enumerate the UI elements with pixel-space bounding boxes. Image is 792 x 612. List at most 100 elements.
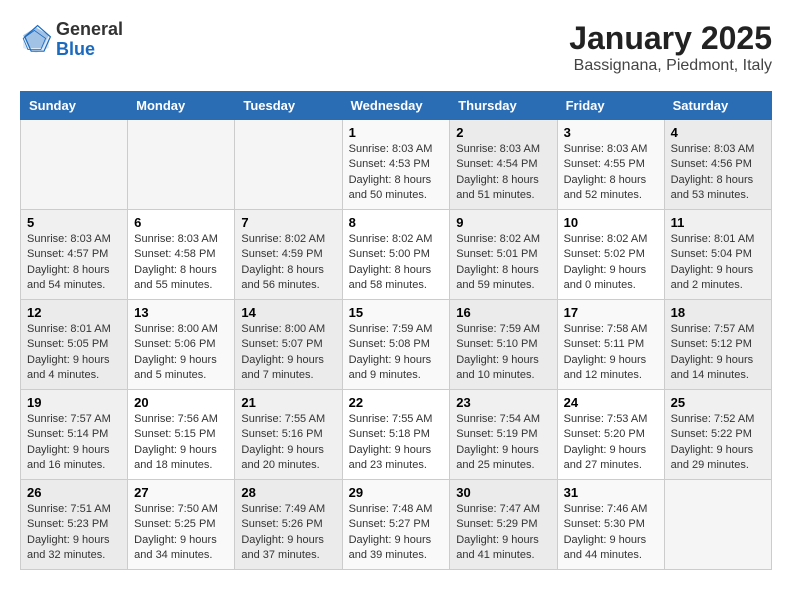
day-number: 23 — [456, 395, 550, 410]
day-number: 21 — [241, 395, 335, 410]
calendar-cell: 13Sunrise: 8:00 AM Sunset: 5:06 PM Dayli… — [128, 300, 235, 390]
day-number: 14 — [241, 305, 335, 320]
calendar-cell: 4 Sunrise: 8:03 AM Sunset: 4:56 PM Daylig… — [664, 120, 771, 210]
day-info: Sunrise: 7:59 AM Sunset: 5:10 PM Dayligh… — [456, 322, 550, 384]
calendar-cell: 24 Sunrise: 7:53 AM Sunset: 5:20 PM Dayli… — [557, 390, 664, 480]
day-info: Sunrise: 7:49 AM Sunset: 5:26 PM Dayligh… — [241, 502, 335, 564]
month-year: January 2025 — [569, 20, 772, 57]
day-number: 28 — [241, 485, 335, 500]
logo-blue: Blue — [56, 39, 95, 59]
week-row: 12 Sunrise: 8:01 AM Sunset: 5:05 PM Dayli… — [21, 300, 772, 390]
calendar-cell: 8 Sunrise: 8:02 AM Sunset: 5:00 PM Daylig… — [342, 210, 450, 300]
calendar-cell: 7 Sunrise: 8:02 AM Sunset: 4:59 PM Daylig… — [235, 210, 342, 300]
calendar-cell: 30 Sunrise: 7:47 AM Sunset: 5:29 PM Dayli… — [450, 480, 557, 570]
calendar-cell — [664, 480, 771, 570]
calendar-cell: 29 Sunrise: 7:48 AM Sunset: 5:27 PM Dayli… — [342, 480, 450, 570]
day-number: 17 — [564, 305, 658, 320]
week-row: 26 Sunrise: 7:51 AM Sunset: 5:23 PM Dayli… — [21, 480, 772, 570]
day-number: 10 — [564, 215, 658, 230]
day-number: 26 — [27, 485, 121, 500]
day-number: 18 — [671, 305, 765, 320]
calendar-cell: 12 Sunrise: 8:01 AM Sunset: 5:05 PM Dayli… — [21, 300, 128, 390]
day-header-wednesday: Wednesday — [342, 92, 450, 120]
calendar-cell: 27 Sunrise: 7:50 AM Sunset: 5:25 PM Dayli… — [128, 480, 235, 570]
day-number: 2 — [456, 125, 550, 140]
day-number: 31 — [564, 485, 658, 500]
title-block: January 2025 Bassignana, Piedmont, Italy — [569, 20, 772, 75]
day-info: Sunrise: 8:03 AM Sunset: 4:55 PM Dayligh… — [564, 142, 658, 204]
day-info: Sunrise: 8:02 AM Sunset: 4:59 PM Dayligh… — [241, 232, 335, 294]
day-info: Sunrise: 8:00 AM Sunset: 5:07 PM Dayligh… — [241, 322, 335, 384]
logo-text: General Blue — [56, 20, 123, 60]
day-number: 19 — [27, 395, 121, 410]
day-number: 4 — [671, 125, 765, 140]
calendar-cell: 14 Sunrise: 8:00 AM Sunset: 5:07 PM Dayli… — [235, 300, 342, 390]
week-row: 19 Sunrise: 7:57 AM Sunset: 5:14 PM Dayli… — [21, 390, 772, 480]
day-header-friday: Friday — [557, 92, 664, 120]
day-info: Sunrise: 8:02 AM Sunset: 5:00 PM Dayligh… — [349, 232, 444, 294]
week-row: 1Sunrise: 8:03 AM Sunset: 4:53 PM Daylig… — [21, 120, 772, 210]
day-number: 1 — [349, 125, 444, 140]
day-info: Sunrise: 8:03 AM Sunset: 4:57 PM Dayligh… — [27, 232, 121, 294]
day-number: 7 — [241, 215, 335, 230]
day-number: 16 — [456, 305, 550, 320]
calendar-cell — [235, 120, 342, 210]
day-header-tuesday: Tuesday — [235, 92, 342, 120]
day-info: Sunrise: 7:55 AM Sunset: 5:18 PM Dayligh… — [349, 412, 444, 474]
day-info: Sunrise: 7:51 AM Sunset: 5:23 PM Dayligh… — [27, 502, 121, 564]
day-number: 20 — [134, 395, 228, 410]
calendar-cell: 17 Sunrise: 7:58 AM Sunset: 5:11 PM Dayli… — [557, 300, 664, 390]
day-info: Sunrise: 8:02 AM Sunset: 5:01 PM Dayligh… — [456, 232, 550, 294]
calendar-body: 1Sunrise: 8:03 AM Sunset: 4:53 PM Daylig… — [21, 120, 772, 570]
day-number: 8 — [349, 215, 444, 230]
calendar-cell: 11Sunrise: 8:01 AM Sunset: 5:04 PM Dayli… — [664, 210, 771, 300]
calendar-cell: 28 Sunrise: 7:49 AM Sunset: 5:26 PM Dayli… — [235, 480, 342, 570]
logo-general: General — [56, 19, 123, 39]
day-info: Sunrise: 7:53 AM Sunset: 5:20 PM Dayligh… — [564, 412, 658, 474]
calendar-cell: 1Sunrise: 8:03 AM Sunset: 4:53 PM Daylig… — [342, 120, 450, 210]
day-number: 29 — [349, 485, 444, 500]
day-number: 6 — [134, 215, 228, 230]
calendar-cell: 3Sunrise: 8:03 AM Sunset: 4:55 PM Daylig… — [557, 120, 664, 210]
calendar-cell — [128, 120, 235, 210]
calendar-cell: 15Sunrise: 7:59 AM Sunset: 5:08 PM Dayli… — [342, 300, 450, 390]
calendar-cell: 21 Sunrise: 7:55 AM Sunset: 5:16 PM Dayli… — [235, 390, 342, 480]
day-info: Sunrise: 7:48 AM Sunset: 5:27 PM Dayligh… — [349, 502, 444, 564]
day-info: Sunrise: 8:03 AM Sunset: 4:54 PM Dayligh… — [456, 142, 550, 204]
calendar-cell: 26 Sunrise: 7:51 AM Sunset: 5:23 PM Dayli… — [21, 480, 128, 570]
day-info: Sunrise: 7:57 AM Sunset: 5:12 PM Dayligh… — [671, 322, 765, 384]
day-info: Sunrise: 8:01 AM Sunset: 5:04 PM Dayligh… — [671, 232, 765, 294]
day-number: 24 — [564, 395, 658, 410]
day-number: 25 — [671, 395, 765, 410]
day-info: Sunrise: 8:01 AM Sunset: 5:05 PM Dayligh… — [27, 322, 121, 384]
day-number: 27 — [134, 485, 228, 500]
calendar-cell: 5Sunrise: 8:03 AM Sunset: 4:57 PM Daylig… — [21, 210, 128, 300]
day-info: Sunrise: 7:46 AM Sunset: 5:30 PM Dayligh… — [564, 502, 658, 564]
calendar-cell: 19 Sunrise: 7:57 AM Sunset: 5:14 PM Dayli… — [21, 390, 128, 480]
calendar-cell: 2 Sunrise: 8:03 AM Sunset: 4:54 PM Daylig… — [450, 120, 557, 210]
day-number: 13 — [134, 305, 228, 320]
day-number: 12 — [27, 305, 121, 320]
day-info: Sunrise: 8:02 AM Sunset: 5:02 PM Dayligh… — [564, 232, 658, 294]
day-number: 30 — [456, 485, 550, 500]
calendar-cell: 31 Sunrise: 7:46 AM Sunset: 5:30 PM Dayli… — [557, 480, 664, 570]
calendar-cell: 18 Sunrise: 7:57 AM Sunset: 5:12 PM Dayli… — [664, 300, 771, 390]
calendar-header: SundayMondayTuesdayWednesdayThursdayFrid… — [21, 92, 772, 120]
calendar: SundayMondayTuesdayWednesdayThursdayFrid… — [20, 91, 772, 570]
day-header-sunday: Sunday — [21, 92, 128, 120]
logo-icon — [20, 24, 52, 56]
day-number: 9 — [456, 215, 550, 230]
header-row: SundayMondayTuesdayWednesdayThursdayFrid… — [21, 92, 772, 120]
day-info: Sunrise: 7:57 AM Sunset: 5:14 PM Dayligh… — [27, 412, 121, 474]
day-info: Sunrise: 7:58 AM Sunset: 5:11 PM Dayligh… — [564, 322, 658, 384]
day-info: Sunrise: 7:54 AM Sunset: 5:19 PM Dayligh… — [456, 412, 550, 474]
calendar-cell: 6Sunrise: 8:03 AM Sunset: 4:58 PM Daylig… — [128, 210, 235, 300]
day-info: Sunrise: 8:03 AM Sunset: 4:56 PM Dayligh… — [671, 142, 765, 204]
calendar-cell: 9 Sunrise: 8:02 AM Sunset: 5:01 PM Daylig… — [450, 210, 557, 300]
day-info: Sunrise: 7:50 AM Sunset: 5:25 PM Dayligh… — [134, 502, 228, 564]
day-info: Sunrise: 7:59 AM Sunset: 5:08 PM Dayligh… — [349, 322, 444, 384]
day-header-monday: Monday — [128, 92, 235, 120]
day-info: Sunrise: 7:47 AM Sunset: 5:29 PM Dayligh… — [456, 502, 550, 564]
calendar-cell: 22Sunrise: 7:55 AM Sunset: 5:18 PM Dayli… — [342, 390, 450, 480]
day-info: Sunrise: 7:55 AM Sunset: 5:16 PM Dayligh… — [241, 412, 335, 474]
